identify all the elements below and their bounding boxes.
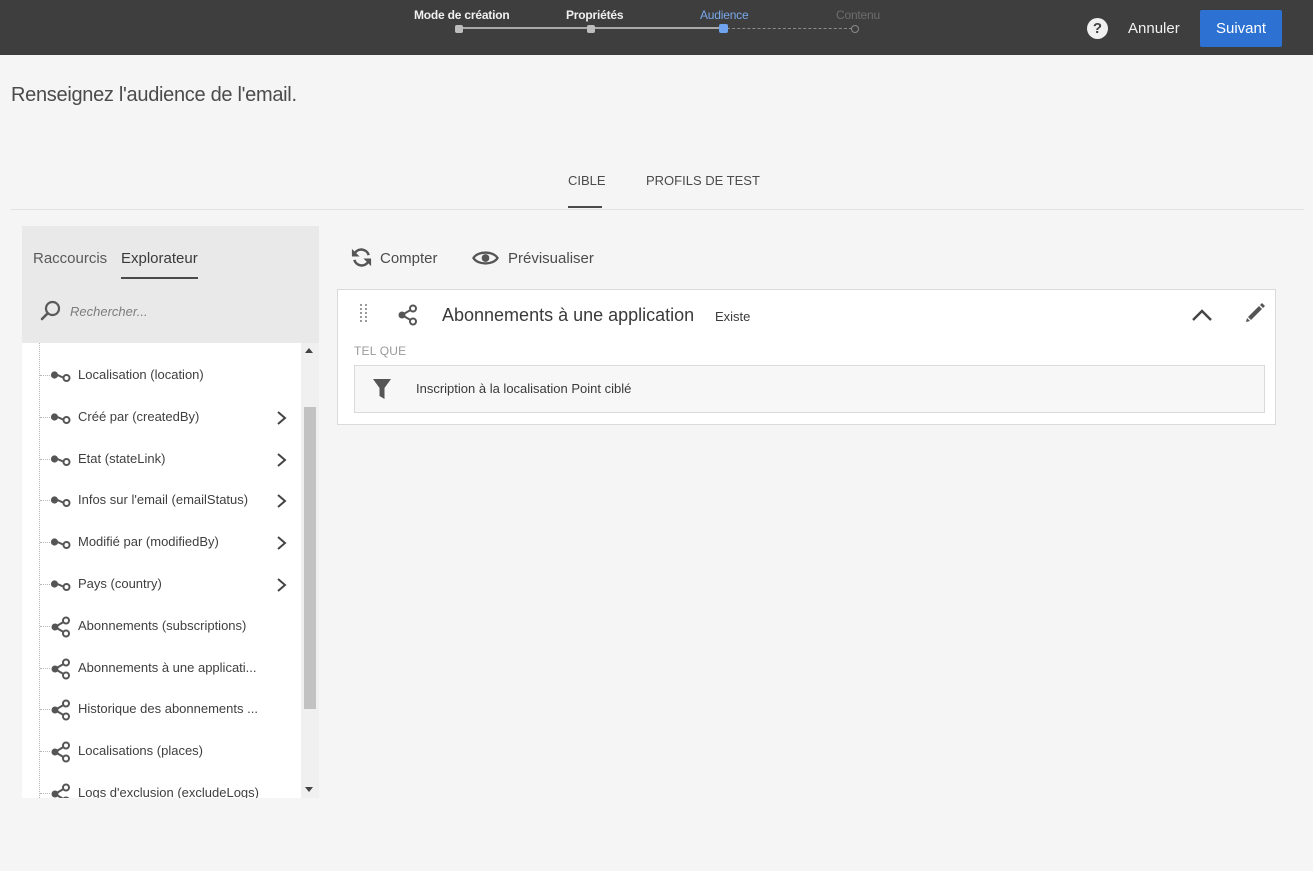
tree-guide-line	[40, 584, 50, 585]
tree-item[interactable]: Pays (country)	[22, 569, 301, 599]
rule-title: Abonnements à une application	[442, 305, 695, 325]
link-icon	[50, 407, 72, 432]
step-dot-done	[455, 25, 463, 33]
link-icon	[50, 365, 72, 390]
scroll-up-arrow[interactable]	[305, 348, 313, 353]
rule-operator: Existe	[715, 309, 751, 324]
tree-item-label: Infos sur l'email (emailStatus)	[78, 492, 249, 507]
chevron-right-icon[interactable]	[276, 493, 288, 514]
filter-icon	[373, 379, 391, 399]
tree-item-label: Pays (country)	[78, 576, 162, 591]
tree-item-label: Créé par (createdBy)	[78, 409, 200, 424]
pencil-icon[interactable]	[1244, 302, 1266, 324]
tree-item[interactable]: Logs d'exclusion (excludeLogs)	[22, 778, 301, 798]
count-label: Compter	[380, 250, 438, 267]
step-dot-done	[587, 25, 595, 33]
chevron-up-icon[interactable]	[1191, 308, 1213, 322]
count-button[interactable]: Compter	[350, 245, 445, 271]
tree-item-label: Abonnements à une applicati...	[78, 660, 257, 675]
tree-guide-line	[40, 542, 50, 543]
chevron-right-icon[interactable]	[276, 452, 288, 473]
tree-guide-line	[40, 793, 50, 794]
tree-item-label: Localisations (places)	[78, 743, 204, 758]
explorer-tree: Localisation (location) Créé par (created…	[22, 343, 301, 798]
tree-item[interactable]: Etat (stateLink)	[22, 444, 301, 474]
tree-item-label: Abonnements (subscriptions)	[78, 618, 247, 633]
progress-line-pending	[727, 28, 852, 29]
tree-item[interactable]: Modifié par (modifiedBy)	[22, 527, 301, 557]
tree-item[interactable]: Localisations (places)	[22, 736, 301, 766]
step-dot-active	[719, 24, 728, 33]
progress-line	[594, 27, 722, 29]
collection-icon	[50, 783, 72, 798]
tree-item-label: Localisation (location)	[78, 367, 204, 382]
tree-item-label: Logs d'exclusion (excludeLogs)	[78, 785, 259, 798]
tab-test-profiles[interactable]: PROFILS DE TEST	[646, 173, 760, 188]
collection-icon	[50, 616, 72, 643]
step-label-audience[interactable]: Audience	[700, 8, 749, 22]
rule-card: Abonnements à une application Existe TEL…	[337, 289, 1276, 425]
preview-button[interactable]: Prévisualiser	[472, 245, 597, 271]
chevron-right-icon[interactable]	[276, 577, 288, 598]
tree-guide-line	[40, 500, 50, 501]
tab-target[interactable]: CIBLE	[568, 173, 606, 188]
link-icon	[50, 532, 72, 557]
progress-line	[462, 27, 590, 29]
tree-item[interactable]: Créé par (createdBy)	[22, 402, 301, 432]
active-tab-indicator	[568, 206, 602, 208]
tree-item-label: Modifié par (modifiedBy)	[78, 534, 219, 549]
collection-icon	[50, 741, 72, 768]
tree-guide-line	[40, 417, 50, 418]
filter-condition[interactable]: Inscription à la localisation Point cibl…	[354, 365, 1265, 413]
search-input[interactable]	[68, 298, 302, 324]
drag-handle-icon[interactable]	[359, 303, 369, 325]
share-link-icon	[398, 304, 417, 326]
step-label-content: Contenu	[836, 8, 880, 22]
tree-item[interactable]: Abonnements à une applicati...	[22, 653, 301, 683]
step-dot-future	[851, 25, 859, 33]
tab-shortcuts[interactable]: Raccourcis	[33, 250, 107, 267]
step-label-creation-mode[interactable]: Mode de création	[414, 8, 510, 22]
chevron-right-icon[interactable]	[276, 535, 288, 556]
scroll-thumb[interactable]	[304, 407, 316, 709]
search-icon	[40, 300, 61, 321]
help-icon[interactable]: ?	[1087, 18, 1108, 39]
tab-explorer[interactable]: Explorateur	[121, 250, 198, 267]
tree-item-label: Etat (stateLink)	[78, 451, 166, 466]
rule-subtitle: TEL QUE	[354, 344, 407, 358]
cancel-button[interactable]: Annuler	[1120, 14, 1188, 44]
chevron-right-icon[interactable]	[276, 410, 288, 431]
explorer-panel: Raccourcis Explorateur Localisation (loc…	[22, 226, 319, 798]
tree-guide-line	[40, 709, 50, 710]
collection-icon	[50, 658, 72, 685]
scroll-down-arrow[interactable]	[305, 787, 313, 792]
tree-item[interactable]: Infos sur l'email (emailStatus)	[22, 485, 301, 515]
tree-item[interactable]: Historique des abonnements ...	[22, 694, 301, 724]
active-tab-indicator	[121, 277, 198, 279]
refresh-icon	[351, 248, 372, 267]
tree-guide-line	[40, 626, 50, 627]
tree-item-label: Historique des abonnements ...	[78, 701, 258, 716]
collection-icon	[50, 699, 72, 726]
next-button[interactable]: Suivant	[1200, 10, 1282, 47]
link-icon	[50, 490, 72, 515]
top-bar: Mode de création Propriétés Audience Con…	[0, 0, 1313, 55]
tree-guide-line	[40, 751, 50, 752]
tree-guide-line	[40, 375, 50, 376]
filter-label: Inscription à la localisation Point cibl…	[416, 381, 632, 396]
tree-guide-line	[40, 459, 50, 460]
tree-item[interactable]: Abonnements (subscriptions)	[22, 611, 301, 641]
tree-item[interactable]: Localisation (location)	[22, 360, 301, 390]
link-icon	[50, 574, 72, 599]
page-title: Renseignez l'audience de l'email.	[11, 84, 297, 106]
tabs-divider	[11, 209, 1304, 210]
preview-label: Prévisualiser	[508, 250, 594, 267]
eye-icon	[472, 251, 499, 265]
step-label-properties[interactable]: Propriétés	[566, 8, 624, 22]
tree-guide-line	[40, 668, 50, 669]
link-icon	[50, 449, 72, 474]
